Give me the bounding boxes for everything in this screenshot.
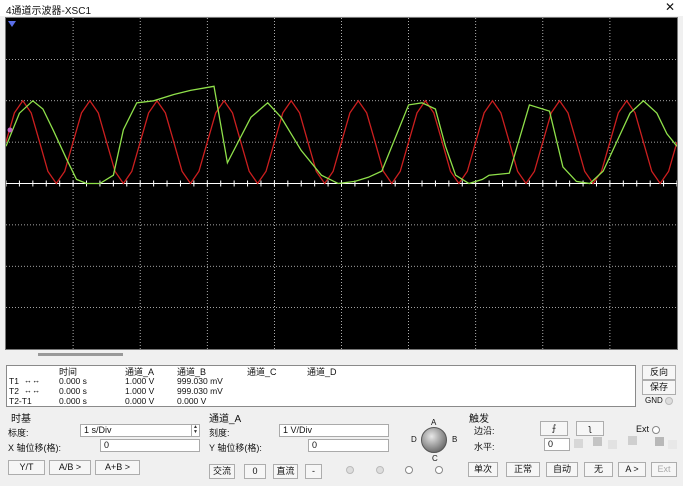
cell-channel-a: 0.000 V [125,396,155,406]
save-button[interactable]: 保存 [642,380,676,395]
y-position-label: Y 轴位移(格): [209,443,262,453]
ext-source-button[interactable]: Ext [651,462,677,477]
readout-row-t2: T2 ↔ ↔ 0.000 s 1.000 V 999.030 mV [7,386,637,396]
cursor-move-arrows[interactable]: ↔ ↔ [24,376,40,386]
gnd-control: GND [645,396,674,405]
cursor-move-arrows[interactable]: ↔ ↔ [24,386,40,396]
t1-cursor-marker [8,21,16,27]
row-label: T1 [9,376,19,386]
channel-title: 通道_A [209,414,242,425]
level-unit-field[interactable] [574,439,583,448]
x-position-label: X 轴位移(格): [8,443,61,453]
gnd-label: GND [645,396,663,405]
rising-edge-button[interactable]: ⨍ [540,421,568,436]
level-unit-field[interactable] [593,437,602,446]
row-label: T2-T1 [9,396,32,406]
coupling-minus-button[interactable]: - [305,464,322,479]
time-scrollbar[interactable] [38,353,123,356]
none-button[interactable]: 无 [584,462,613,477]
level-label: 水平: [474,442,495,452]
cell-channel-b: 999.030 mV [177,376,223,386]
normal-button[interactable]: 正常 [506,462,540,477]
knob-label-d: D [411,435,417,444]
a-plus-b-button[interactable]: A+B > [95,460,140,475]
gnd-radio[interactable] [665,396,674,405]
knob-label-b: B [452,435,458,444]
channel-radio-3[interactable] [405,466,413,474]
readout-row-t2-t1: T2-T1 0.000 s 0.000 V 0.000 V [7,396,637,406]
level-unit-field[interactable] [608,440,617,449]
spinner-icon[interactable]: ▲ ▼ [191,425,199,436]
x-position-field[interactable]: 0 [100,439,200,452]
coupling-zero-button[interactable]: 0 [244,464,266,479]
single-button[interactable]: 单次 [468,462,498,477]
channel-scale-field[interactable]: 1 V/Div [279,424,389,437]
cell-channel-a: 1.000 V [125,376,155,386]
a-source-button[interactable]: A > [618,462,646,477]
row-label: T2 [9,386,19,396]
ext-trigger: Ext [636,424,660,434]
cell-channel-b: 999.030 mV [177,386,223,396]
ab-button[interactable]: A/B > [49,460,91,475]
cell-channel-a: 1.000 V [125,386,155,396]
ext-radio[interactable] [651,425,660,434]
coupling-ac-button[interactable]: 交流 [209,464,235,479]
reverse-button[interactable]: 反向 [642,365,676,380]
level-field[interactable]: 0 [544,438,570,451]
channel-radio-4[interactable] [435,466,443,474]
cell-time: 0.000 s [59,376,87,386]
readout-row-t1: T1 ↔ ↔ 0.000 s 1.000 V 999.030 mV [7,376,637,386]
oscilloscope-plot [6,18,677,349]
yt-button[interactable]: Y/T [8,460,45,475]
channel-selector-knob[interactable] [421,427,447,453]
ext-label: Ext [636,424,650,434]
close-icon[interactable]: ✕ [665,0,675,14]
falling-edge-button[interactable]: ʅ [576,421,604,436]
knob-label-c: C [432,454,438,463]
auto-button[interactable]: 自动 [546,462,578,477]
timebase-scale-value: 1 s/Div [84,425,112,435]
cell-time: 0.000 s [59,396,87,406]
edge-label: 边沿: [474,426,495,436]
window-titlebar: 4通道示波器-XSC1 ✕ [0,0,683,17]
oscilloscope-screen [5,17,678,350]
knob-label-a: A [431,418,437,427]
cell-channel-b: 0.000 V [177,396,207,406]
cursor-readout-panel: 时间 通道_A 通道_B 通道_C 通道_D T1 ↔ ↔ 0.000 s 1.… [6,365,636,407]
trigger-title: 触发 [469,414,489,425]
window-title: 4通道示波器-XSC1 [6,6,92,17]
channel-radio-2[interactable] [376,466,384,474]
timebase-title: 时基 [11,414,31,425]
timebase-scale-field[interactable]: 1 s/Div ▲ ▼ [80,424,200,437]
level-unit-field[interactable] [655,437,664,446]
channel-scale-label: 刻度: [209,428,230,438]
channel-a-level-marker [7,127,13,133]
y-position-field[interactable]: 0 [308,439,389,452]
channel-radio-1[interactable] [346,466,354,474]
cell-time: 0.000 s [59,386,87,396]
timebase-scale-label: 标度: [8,428,29,438]
level-unit-field[interactable] [628,436,637,445]
level-unit-field[interactable] [668,440,677,449]
coupling-dc-button[interactable]: 直流 [273,464,298,479]
